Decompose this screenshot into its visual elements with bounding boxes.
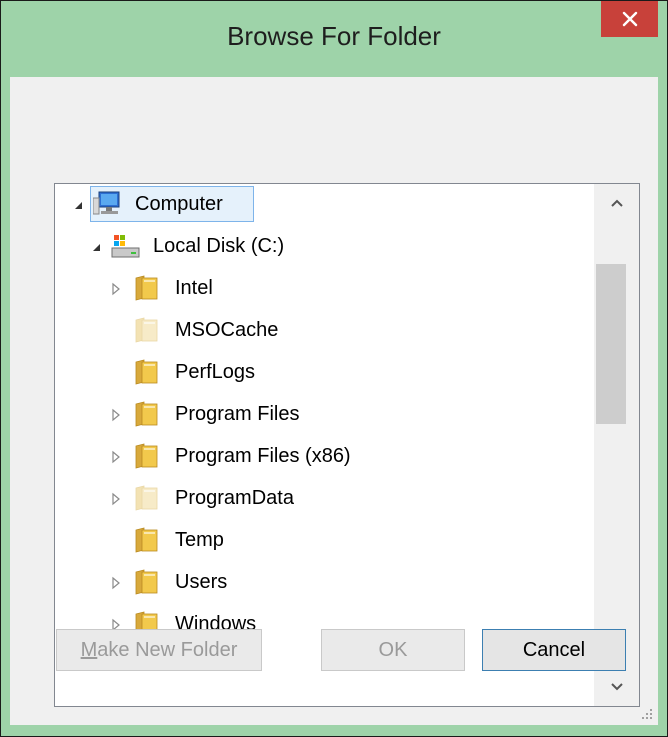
tree-item-folder[interactable]: PerfLogs — [55, 354, 594, 392]
folder-icon — [135, 569, 158, 595]
tree-item-folder[interactable]: ProgramData — [55, 480, 594, 518]
expanded-arrow-icon — [75, 202, 82, 209]
folder-icon — [135, 443, 158, 469]
chevron-up-icon — [610, 199, 623, 207]
title-bar[interactable]: Browse For Folder — [1, 1, 667, 77]
resize-grip-icon[interactable] — [638, 705, 654, 721]
tree-item-folder[interactable]: Users — [55, 564, 594, 602]
button-label: OK — [378, 638, 408, 661]
collapsed-arrow-icon[interactable] — [111, 282, 121, 296]
tree-item-folder[interactable]: Intel — [55, 270, 594, 308]
tree-item-label: Computer — [135, 193, 223, 215]
tree-item-label: PerfLogs — [175, 361, 256, 383]
tree-item-label: Users — [175, 571, 228, 593]
tree-item-folder[interactable]: Program Files (x86) — [55, 438, 594, 476]
tree-item-label: Program Files (x86) — [175, 445, 351, 467]
close-button[interactable] — [601, 1, 658, 37]
chevron-down-icon — [610, 683, 623, 691]
tree-item-folder[interactable]: Program Files — [55, 396, 594, 434]
scrollbar-thumb[interactable] — [596, 264, 626, 424]
computer-icon — [93, 191, 120, 215]
ok-button[interactable]: OK — [321, 629, 465, 671]
folder-faded-icon — [135, 485, 158, 511]
folder-faded-icon — [135, 317, 158, 343]
tree-item-local-disk[interactable]: Local Disk (C:) — [55, 228, 594, 266]
tree-item-label: Intel — [175, 277, 213, 299]
cancel-button[interactable]: Cancel — [482, 629, 626, 671]
collapsed-arrow-icon[interactable] — [111, 492, 121, 506]
button-label: ake New Folder — [97, 638, 238, 661]
tree-item-folder[interactable]: MSOCache — [55, 312, 594, 350]
tree-item-label: Program Files — [175, 403, 300, 425]
tree-item-computer[interactable]: Computer — [55, 186, 594, 224]
folder-icon — [135, 401, 158, 427]
scroll-up-button[interactable] — [594, 184, 639, 222]
tree-item-label: ProgramData — [175, 487, 294, 509]
mnemonic-letter: M — [80, 638, 98, 661]
make-new-folder-button[interactable]: Make New Folder — [56, 629, 262, 671]
close-icon — [622, 11, 637, 27]
scroll-down-button[interactable] — [594, 668, 639, 706]
vertical-scrollbar[interactable] — [594, 184, 639, 706]
tree-item-label: Temp — [175, 529, 224, 551]
folder-tree-viewport: Computer Local Disk (C:) Intel MSOCache … — [55, 184, 594, 706]
dialog-client-area: Computer Local Disk (C:) Intel MSOCache … — [10, 77, 658, 725]
folder-icon — [135, 359, 158, 385]
tree-item-label: Local Disk (C:) — [153, 235, 285, 257]
browse-for-folder-dialog: Browse For Folder Computer Local Disk (C… — [0, 0, 668, 737]
collapsed-arrow-icon[interactable] — [111, 408, 121, 422]
folder-icon — [135, 275, 158, 301]
drive-icon — [111, 235, 140, 258]
button-label: Cancel — [522, 638, 586, 661]
tree-item-folder[interactable]: Temp — [55, 522, 594, 560]
collapsed-arrow-icon[interactable] — [111, 450, 121, 464]
folder-icon — [135, 527, 158, 553]
window-title: Browse For Folder — [227, 21, 441, 51]
expanded-arrow-icon — [93, 244, 100, 251]
collapsed-arrow-icon[interactable] — [111, 576, 121, 590]
tree-item-label: MSOCache — [175, 319, 279, 341]
